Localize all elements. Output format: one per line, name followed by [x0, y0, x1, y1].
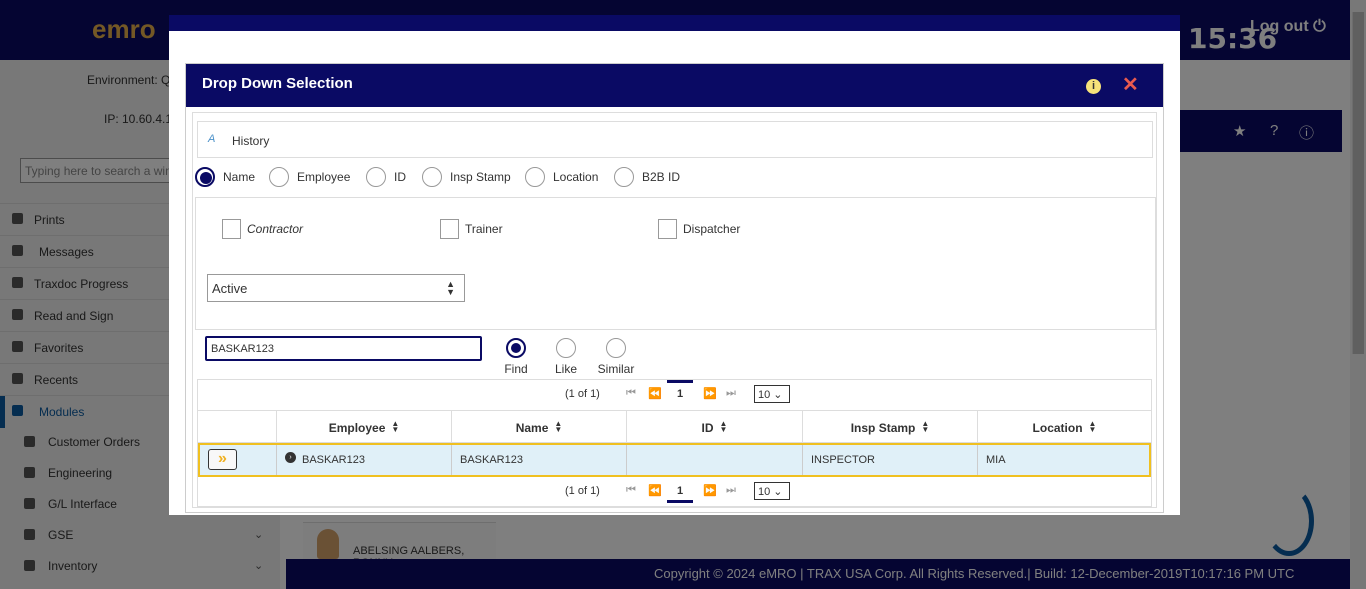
sort-icon: ▲ ▼	[554, 419, 563, 434]
cell-id	[626, 445, 802, 475]
cell-location: MIA	[977, 445, 1149, 475]
checkbox-contractor[interactable]: Contractor	[222, 219, 303, 239]
radio-b2b-id[interactable]: B2B ID	[614, 167, 680, 189]
rows-per-page-select[interactable]: 10 ⌄	[754, 482, 790, 500]
history-bar[interactable]: A History	[197, 121, 1153, 158]
radio-like[interactable]: Like	[547, 338, 587, 378]
sort-icon: ▲ ▼	[921, 419, 930, 434]
page-count: (1 of 1)	[565, 388, 600, 400]
dialog-title: Drop Down Selection	[202, 75, 353, 92]
col-name[interactable]: Name ▲ ▼	[451, 411, 626, 443]
checkbox-trainer[interactable]: Trainer	[440, 219, 503, 239]
radio-employee[interactable]: Employee	[269, 167, 350, 189]
cell-insp-stamp: INSPECTOR	[802, 445, 977, 475]
page-number[interactable]: 1	[667, 477, 693, 507]
rows-per-page-select[interactable]: 10 ⌄	[754, 385, 790, 403]
next-page-icon[interactable]: ⏩	[703, 484, 717, 497]
expand-cell: »	[200, 445, 276, 475]
modal-window: Drop Down Selection i ✕ A History Name E…	[169, 15, 1180, 515]
next-page-icon[interactable]: ⏩	[703, 387, 717, 400]
cell-name: BASKAR123	[451, 445, 626, 475]
first-page-icon[interactable]: ⏮	[626, 387, 636, 400]
page-count: (1 of 1)	[565, 485, 600, 497]
info-icon[interactable]: i	[1086, 79, 1101, 94]
radio-find[interactable]: Find	[497, 338, 537, 378]
history-icon: A	[208, 133, 216, 145]
col-id[interactable]: ID ▲ ▼	[626, 411, 802, 443]
table-row[interactable]: » › BASKAR123 BASKAR123 INSPECTOR MIA	[198, 443, 1151, 477]
checkbox-dispatcher[interactable]: Dispatcher	[658, 219, 740, 239]
results-grid: (1 of 1) ⏮ ⏪ 1 ⏩ ⏭ 10 ⌄ Employee ▲ ▼ Name ▲…	[197, 379, 1152, 507]
sort-icon: ▲ ▼	[719, 419, 728, 434]
expand-col-header	[198, 411, 276, 443]
col-employee[interactable]: Employee ▲ ▼	[276, 411, 451, 443]
dialog-body: A History Name Employee ID Insp Stamp Lo…	[192, 112, 1157, 508]
last-page-icon[interactable]: ⏭	[726, 387, 736, 400]
sort-icon: ▲ ▼	[391, 419, 400, 434]
sort-arrows-icon: ▲ ▼	[446, 279, 455, 297]
dropdown-selection-dialog: Drop Down Selection i ✕ A History Name E…	[185, 63, 1164, 513]
search-by-radio-group: Name Employee ID Insp Stamp Location B2B…	[195, 167, 1095, 189]
close-icon[interactable]: ✕	[1122, 75, 1139, 95]
radio-id[interactable]: ID	[366, 167, 406, 189]
filter-panel: Contractor Trainer Dispatcher Active ▲ ▼	[195, 197, 1156, 330]
search-input[interactable]: BASKAR123	[205, 336, 482, 361]
sort-icon: ▲ ▼	[1088, 419, 1097, 434]
grid-header: Employee ▲ ▼ Name ▲ ▼ ID ▲ ▼ Insp Stamp ▲ ▼ Loca…	[198, 410, 1151, 443]
status-select[interactable]: Active ▲ ▼	[207, 274, 465, 302]
prev-page-icon[interactable]: ⏪	[648, 484, 662, 497]
radio-name[interactable]: Name	[195, 167, 255, 189]
col-location[interactable]: Location ▲ ▼	[977, 411, 1151, 443]
radio-similar[interactable]: Similar	[597, 338, 637, 378]
first-page-icon[interactable]: ⏮	[626, 484, 636, 497]
dialog-header: Drop Down Selection i ✕	[186, 64, 1163, 107]
paginator-bottom: (1 of 1) ⏮ ⏪ 1 ⏩ ⏭ 10 ⌄	[198, 477, 1151, 507]
chevron-right-icon[interactable]: »	[208, 449, 237, 470]
radio-insp-stamp[interactable]: Insp Stamp	[422, 167, 511, 189]
radio-location[interactable]: Location	[525, 167, 598, 189]
col-insp-stamp[interactable]: Insp Stamp ▲ ▼	[802, 411, 977, 443]
paginator-top: (1 of 1) ⏮ ⏪ 1 ⏩ ⏭ 10 ⌄	[198, 380, 1151, 410]
prev-page-icon[interactable]: ⏪	[648, 387, 662, 400]
arrow-circle-icon[interactable]: ›	[285, 452, 296, 463]
cell-employee: › BASKAR123	[276, 445, 451, 475]
last-page-icon[interactable]: ⏭	[726, 484, 736, 497]
page-number[interactable]: 1	[667, 380, 693, 410]
